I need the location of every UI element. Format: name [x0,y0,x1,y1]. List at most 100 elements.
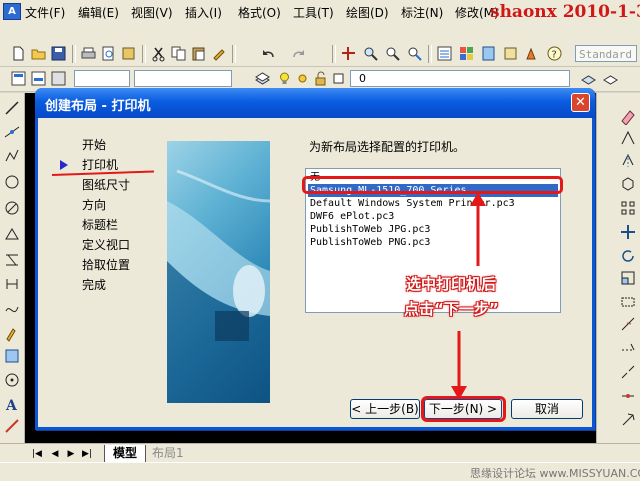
revision-cloud-icon[interactable] [3,275,21,293]
save-icon[interactable] [50,45,67,62]
insert-block-icon[interactable] [3,325,21,343]
layer-previous-icon[interactable] [602,70,619,87]
cut-icon[interactable] [150,45,167,62]
tab-layout1[interactable]: 布局1 [146,445,190,462]
layer-on-lightbulb-icon[interactable] [276,70,293,87]
rotate-icon[interactable] [619,247,637,265]
copy-object-icon[interactable] [619,129,637,147]
first-tab-icon[interactable]: |◀ [30,448,44,460]
sheet-set-icon[interactable] [502,45,519,62]
polygon-icon[interactable] [3,173,21,191]
join-icon[interactable] [619,387,637,405]
match-properties-icon[interactable] [210,45,227,62]
zoom-realtime-icon[interactable] [362,45,379,62]
layout-tabbar: |◀ ◀ ▶ ▶| 模型 布局1 [0,443,640,463]
menu-tools[interactable]: 工具(T) [293,4,334,21]
wizard-step-define-viewports: 定义视口 [82,238,131,252]
menu-edit[interactable]: 编辑(E) [78,4,119,21]
menu-draw[interactable]: 绘图(D) [346,4,389,21]
scale-icon[interactable] [619,269,637,287]
layer-color-icon[interactable] [330,70,347,87]
printer-option-dwf6[interactable]: DWF6 ePlot.pc3 [308,210,558,223]
publish-icon[interactable] [120,45,137,62]
spline-icon[interactable] [3,299,21,317]
new-file-icon[interactable] [10,45,27,62]
wizard-step-paper-size: 图纸尺寸 [82,178,131,192]
trim-icon[interactable] [619,315,637,333]
markup-icon[interactable] [524,45,541,62]
stretch-icon[interactable] [619,293,637,311]
save-workspace-icon[interactable] [50,70,67,87]
toolbar-separator [72,45,76,63]
point-icon[interactable] [3,371,21,389]
layer-properties-icon[interactable] [254,70,271,87]
redo-icon[interactable] [290,45,307,62]
workspace-settings-icon[interactable] [30,70,47,87]
properties-icon[interactable] [436,45,453,62]
workspace-icon[interactable] [10,70,27,87]
make-object-layer-current-icon[interactable] [580,70,597,87]
wizard-step-printer: 打印机 [82,158,119,172]
close-icon[interactable]: ✕ [571,93,590,112]
multiline-text-icon[interactable]: A [3,395,21,413]
zoom-window-icon[interactable] [384,45,401,62]
erase-icon[interactable] [619,107,637,125]
zoom-previous-icon[interactable] [406,45,423,62]
break-icon[interactable] [619,363,637,381]
table-icon[interactable] [3,417,21,435]
menu-file[interactable]: 文件(F) [25,4,65,21]
move-icon[interactable] [619,223,637,241]
copy-icon[interactable] [170,45,187,62]
selected-printer-highlight [302,176,563,194]
paste-icon[interactable] [190,45,207,62]
annotation-line2: 点击“下一步” [404,300,499,318]
pan-realtime-icon[interactable] [340,45,357,62]
print-icon[interactable] [80,45,97,62]
explode-icon[interactable] [619,411,637,429]
next-tab-icon[interactable]: ▶ [64,448,78,460]
arc-icon[interactable] [3,225,21,243]
printer-option-publishtoweb-jpg[interactable]: PublishToWeb JPG.pc3 [308,223,558,236]
toolbar-separator [142,45,146,63]
prev-tab-icon[interactable]: ◀ [48,448,62,460]
construction-line-icon[interactable] [3,123,21,141]
printer-option-default-windows[interactable]: Default Windows System Printer.pc3 [308,197,558,210]
hatch-icon[interactable] [3,347,21,365]
offset-icon[interactable] [619,175,637,193]
dialog-titlebar[interactable]: 创建布局 - 打印机 ✕ [35,88,595,118]
polyline-icon[interactable] [3,147,21,165]
wizard-illustration [167,141,270,403]
layer-dropdown[interactable]: 0 [350,70,570,87]
help-icon[interactable]: ? [546,45,563,62]
rectangle-icon[interactable] [3,199,21,217]
workspace-dropdown[interactable] [74,70,130,87]
circle-icon[interactable] [3,251,21,269]
menu-insert[interactable]: 插入(I) [185,4,222,21]
menu-dimension[interactable]: 标注(N) [401,4,443,21]
open-folder-icon[interactable] [30,45,47,62]
design-center-icon[interactable] [458,45,475,62]
last-tab-icon[interactable]: ▶| [80,448,94,460]
cancel-button[interactable]: 取消 [511,399,583,419]
printer-option-publishtoweb-png[interactable]: PublishToWeb PNG.pc3 [308,236,558,249]
array-icon[interactable] [619,199,637,217]
toolbar-separator [428,45,432,63]
tab-model[interactable]: 模型 [104,445,147,463]
layer-unlock-icon[interactable] [312,70,329,87]
tool-palettes-icon[interactable] [480,45,497,62]
menu-format[interactable]: 格式(O) [238,4,281,21]
line-icon[interactable] [3,99,21,117]
layer-name: 0 [359,72,366,85]
plot-preview-icon[interactable] [100,45,117,62]
style-dropdown[interactable] [134,70,232,87]
undo-icon[interactable] [260,45,277,62]
text-style-dropdown[interactable]: Standard [575,45,637,62]
autocad-app-icon[interactable]: A [3,3,21,20]
layer-thaw-sun-icon[interactable] [294,70,311,87]
create-layout-dialog: 创建布局 - 打印机 ✕ 开始 打印机 图纸尺寸 方向 标题栏 定义视口 拾取位… [35,88,595,430]
current-step-arrow-icon [60,160,68,170]
extend-icon[interactable] [619,339,637,357]
back-button[interactable]: < 上一步(B) [350,399,420,419]
mirror-icon[interactable] [619,151,637,169]
menu-view[interactable]: 视图(V) [131,4,173,21]
